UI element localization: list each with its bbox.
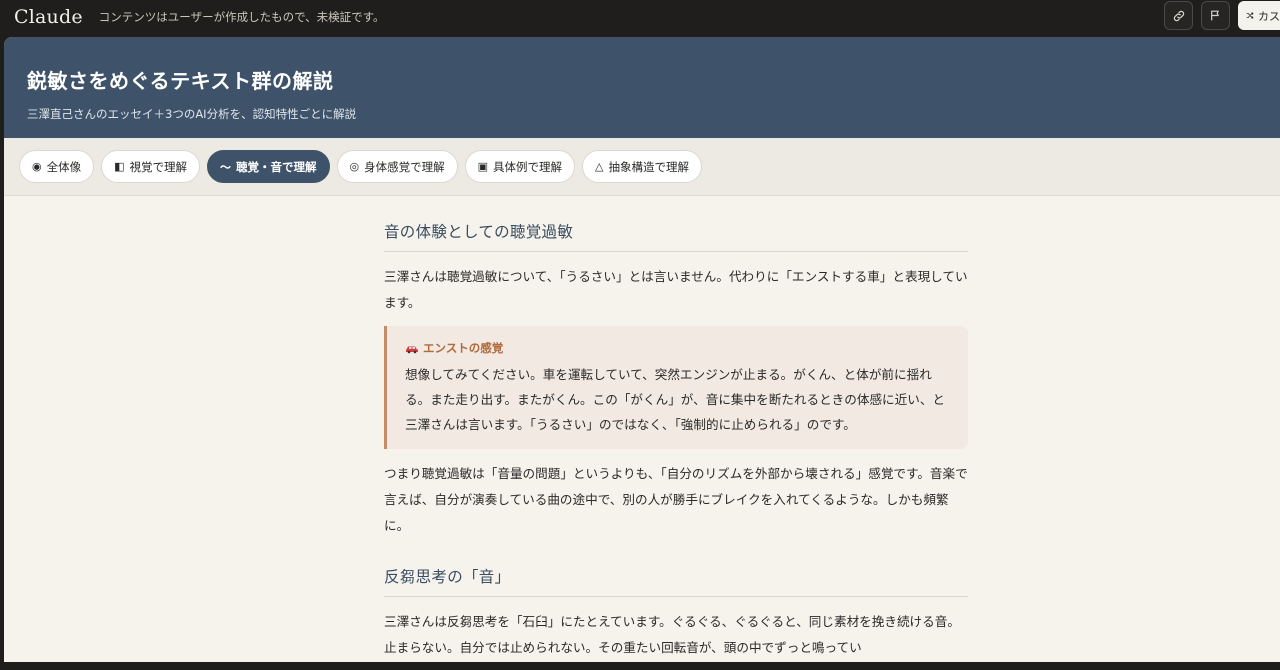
- tab-label: 身体感覚で理解: [364, 159, 445, 174]
- artifact-frame: 鋭敏さをめぐるテキスト群の解説 三澤直己さんのエッセイ＋3つのAI分析を、認知特…: [4, 37, 1280, 662]
- car-icon: [406, 346, 418, 353]
- top-actions: カス: [1164, 1, 1280, 30]
- page-subtitle: 三澤直己さんのエッセイ＋3つのAI分析を、認知特性ごとに解説: [27, 107, 357, 121]
- callout-title: エンストの感覚: [405, 340, 950, 356]
- callout-body: 想像してみてください。車を運転していて、突然エンジンが止まる。がくん、と体が前に…: [405, 367, 946, 432]
- flag-icon: [1211, 10, 1219, 21]
- customize-label: カス: [1258, 9, 1280, 23]
- tab-visual[interactable]: ◧ 視覚で理解: [101, 150, 201, 183]
- paragraph: 三澤さんは聴覚過敏について、「うるさい」とは言いません。代わりに「エンストする車…: [384, 269, 968, 310]
- hero-header: 鋭敏さをめぐるテキスト群の解説 三澤直己さんのエッセイ＋3つのAI分析を、認知特…: [4, 37, 1280, 138]
- paragraph: 三澤さんは反芻思考を「石臼」にたとえています。ぐるぐる、ぐるぐると、同じ素材を挽…: [384, 614, 960, 655]
- radio-dot-icon: ◉: [32, 160, 42, 173]
- tab-label: 視覚で理解: [129, 159, 188, 174]
- page-title: 鋭敏さをめぐるテキスト群の解説: [27, 69, 334, 93]
- report-button[interactable]: [1201, 1, 1230, 30]
- tab-label: 全体像: [46, 159, 82, 174]
- half-square-icon: ◧: [114, 160, 125, 173]
- callout-box: エンストの感覚 想像してみてください。車を運転していて、突然エンジンが止まる。が…: [384, 326, 968, 449]
- tab-auditory[interactable]: 〜聴覚・音で理解: [207, 150, 330, 183]
- double-circle-icon: ◎: [349, 160, 360, 173]
- wave-icon: 〜: [220, 160, 232, 174]
- customize-button[interactable]: カス: [1238, 1, 1280, 30]
- main-content: 音の体験としての聴覚過敏 三澤さんは聴覚過敏について、「うるさい」とは言いません…: [384, 220, 968, 661]
- copy-link-button[interactable]: [1164, 1, 1193, 30]
- tab-label: 抽象構造で理解: [608, 159, 690, 174]
- tab-abstract[interactable]: △ 抽象構造で理解: [582, 150, 702, 183]
- brand-logo[interactable]: Claude: [14, 6, 83, 28]
- top-bar: Claude コンテンツはユーザーが作成したもので、未検証です。 カス: [0, 0, 1280, 34]
- paragraph: つまり聴覚過敏は「音量の問題」というよりも、「自分のリズムを外部から壊される」感…: [384, 466, 968, 533]
- callout-title-text: エンストの感覚: [423, 341, 504, 355]
- link-icon: [1173, 10, 1184, 21]
- tab-somatic[interactable]: ◎ 身体感覚で理解: [336, 150, 458, 183]
- shuffle-icon: [1246, 12, 1254, 19]
- section-heading: 反芻思考の「音」: [384, 565, 968, 597]
- tab-bar: ◉ 全体像 ◧ 視覚で理解 〜聴覚・音で理解 ◎ 身体感覚で理解 ▣ 具体例で理解 △ 抽…: [4, 138, 1280, 196]
- unverified-notice: コンテンツはユーザーが作成したもので、未検証です。: [98, 10, 385, 24]
- tab-label: 具体例で理解: [493, 159, 563, 174]
- tab-overview[interactable]: ◉ 全体像: [19, 150, 95, 183]
- tab-examples[interactable]: ▣ 具体例で理解: [464, 150, 576, 183]
- boxed-square-icon: ▣: [477, 160, 489, 173]
- triangle-icon: △: [595, 160, 604, 173]
- tab-label: 聴覚・音で理解: [236, 159, 317, 174]
- section-heading: 音の体験としての聴覚過敏: [384, 220, 968, 252]
